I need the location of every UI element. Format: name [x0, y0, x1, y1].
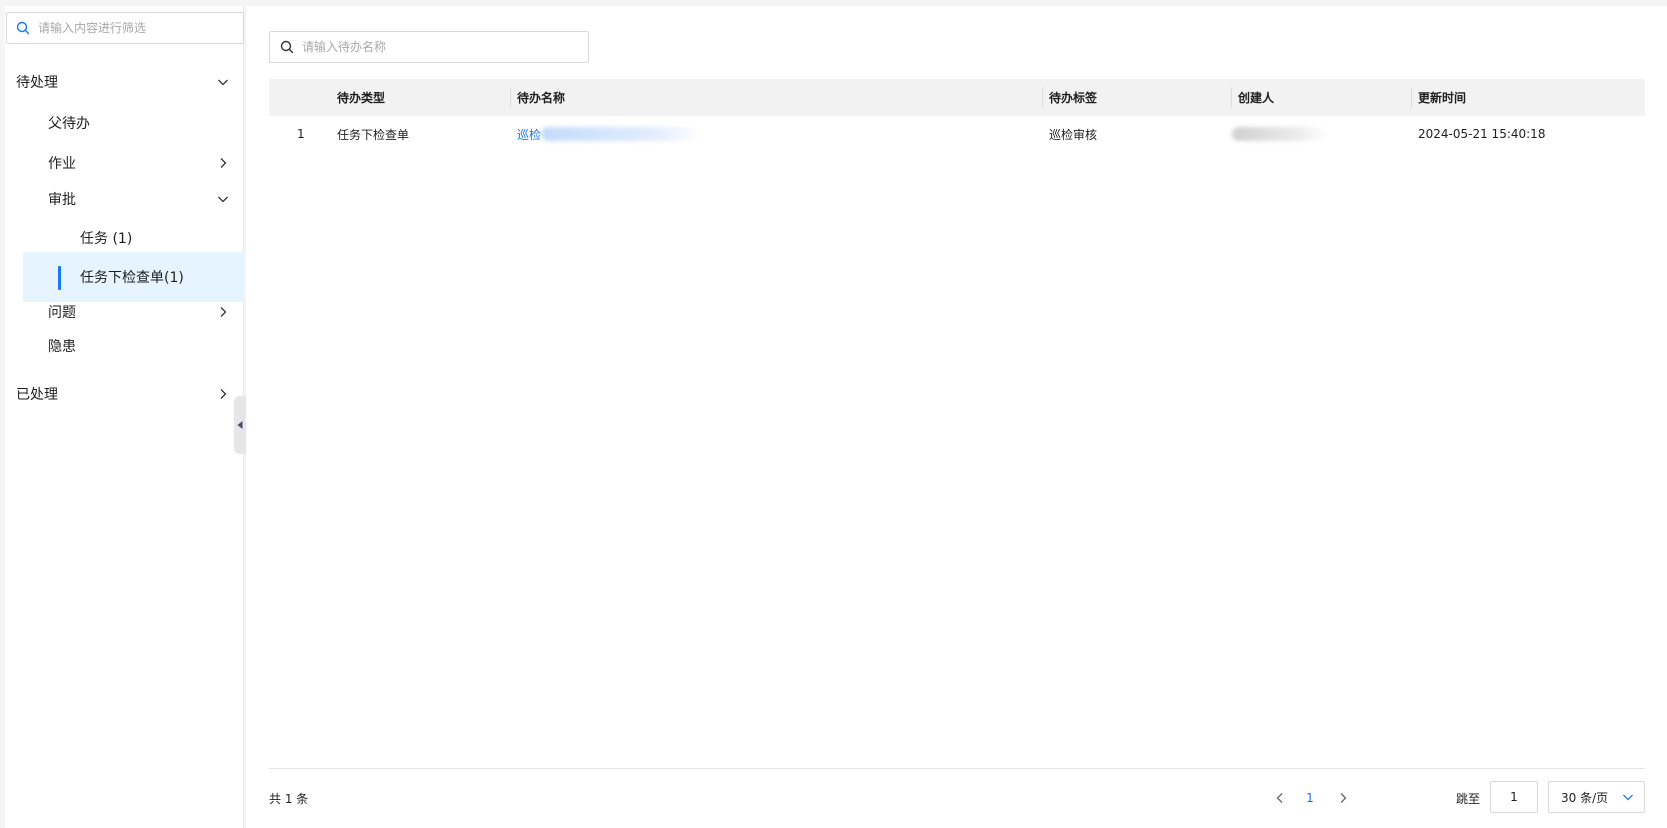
chevron-down-icon — [1622, 791, 1634, 803]
column-header-tag[interactable]: 待办标签 — [1042, 79, 1097, 116]
column-header-creator[interactable]: 创建人 — [1231, 79, 1274, 116]
search-icon — [280, 40, 294, 54]
tree-node-label: 已处理 — [16, 387, 58, 403]
sidebar-search-input[interactable] — [38, 21, 238, 35]
todo-search[interactable] — [269, 31, 589, 63]
todo-search-input[interactable] — [302, 40, 582, 54]
table-header: 待办类型 待办名称 待办标签 创建人 更新时间 — [269, 79, 1645, 116]
tree-node-processed[interactable]: 已处理 — [5, 374, 244, 414]
row-updated: 2024-05-21 15:40:18 — [1418, 127, 1546, 141]
page-number[interactable]: 1 — [1298, 782, 1322, 814]
sidebar: 待处理 父待办 作业 审批 任务 (1) 任务下检查单(1) — [5, 6, 244, 828]
column-divider — [1042, 87, 1043, 108]
tree-node-label: 父待办 — [48, 116, 90, 132]
redacted-text — [541, 127, 702, 141]
next-page-button[interactable] — [1331, 782, 1355, 814]
page-size-select[interactable]: 30 条/页 — [1548, 781, 1645, 813]
column-divider — [1231, 87, 1232, 108]
jump-label: 跳至 — [1456, 792, 1481, 806]
tree-node-label: 待处理 — [16, 75, 58, 91]
tree-node-task-checklist[interactable]: 任务下检查单(1) — [23, 252, 244, 302]
tree-node-label: 任务 (1) — [80, 231, 133, 247]
column-header-name[interactable]: 待办名称 — [510, 79, 565, 116]
tree-node-problem[interactable]: 问题 — [5, 298, 244, 326]
caret-left-icon — [237, 421, 243, 429]
tree-node-label: 隐患 — [48, 339, 76, 355]
row-tag: 巡检审核 — [1049, 127, 1098, 142]
tree-node-parent-todo[interactable]: 父待办 — [5, 102, 244, 144]
tree-node-label: 审批 — [48, 192, 76, 208]
tree-node-label: 作业 — [48, 156, 76, 172]
footer-divider — [269, 768, 1645, 769]
column-divider — [510, 87, 511, 108]
chevron-right-icon — [216, 305, 230, 319]
selected-indicator — [58, 266, 61, 290]
row-type: 任务下检查单 — [337, 127, 410, 142]
total-count: 共 1 条 — [269, 792, 309, 806]
sidebar-collapse-handle[interactable] — [234, 396, 246, 454]
chevron-right-icon — [216, 387, 230, 401]
column-header-updated[interactable]: 更新时间 — [1411, 79, 1466, 116]
tree-node-approval[interactable]: 审批 — [5, 182, 244, 216]
chevron-down-icon — [216, 192, 230, 206]
chevron-right-icon — [216, 156, 230, 170]
search-icon — [16, 21, 30, 35]
tree-node-pending[interactable]: 待处理 — [5, 62, 244, 102]
tree-node-job[interactable]: 作业 — [5, 144, 244, 182]
row-name[interactable]: 巡检 — [517, 126, 541, 143]
chevron-right-icon — [1338, 792, 1348, 804]
page-size-value: 30 条/页 — [1561, 790, 1609, 805]
sidebar-search[interactable] — [6, 12, 244, 44]
tree-node-hazard[interactable]: 隐患 — [5, 326, 244, 366]
column-divider — [1411, 87, 1412, 108]
row-creator — [1232, 116, 1327, 152]
tree-node-label: 任务下检查单(1) — [80, 270, 184, 286]
row-name-link[interactable]: 巡检 — [517, 116, 702, 152]
todo-table: 待办类型 待办名称 待办标签 创建人 更新时间 1 任务下检查单 巡检 巡检审核… — [269, 79, 1645, 152]
jump-page-input[interactable] — [1490, 781, 1538, 813]
chevron-left-icon — [1275, 792, 1285, 804]
main-panel: 待办类型 待办名称 待办标签 创建人 更新时间 1 任务下检查单 巡检 巡检审核… — [246, 6, 1667, 828]
redacted-text — [1232, 127, 1327, 141]
row-index: 1 — [297, 127, 305, 141]
chevron-down-icon — [216, 75, 230, 89]
column-header-type[interactable]: 待办类型 — [337, 79, 385, 116]
tree-node-label: 问题 — [48, 305, 76, 321]
prev-page-button[interactable] — [1268, 782, 1292, 814]
table-row[interactable]: 1 任务下检查单 巡检 巡检审核 2024-05-21 15:40:18 — [269, 116, 1645, 152]
